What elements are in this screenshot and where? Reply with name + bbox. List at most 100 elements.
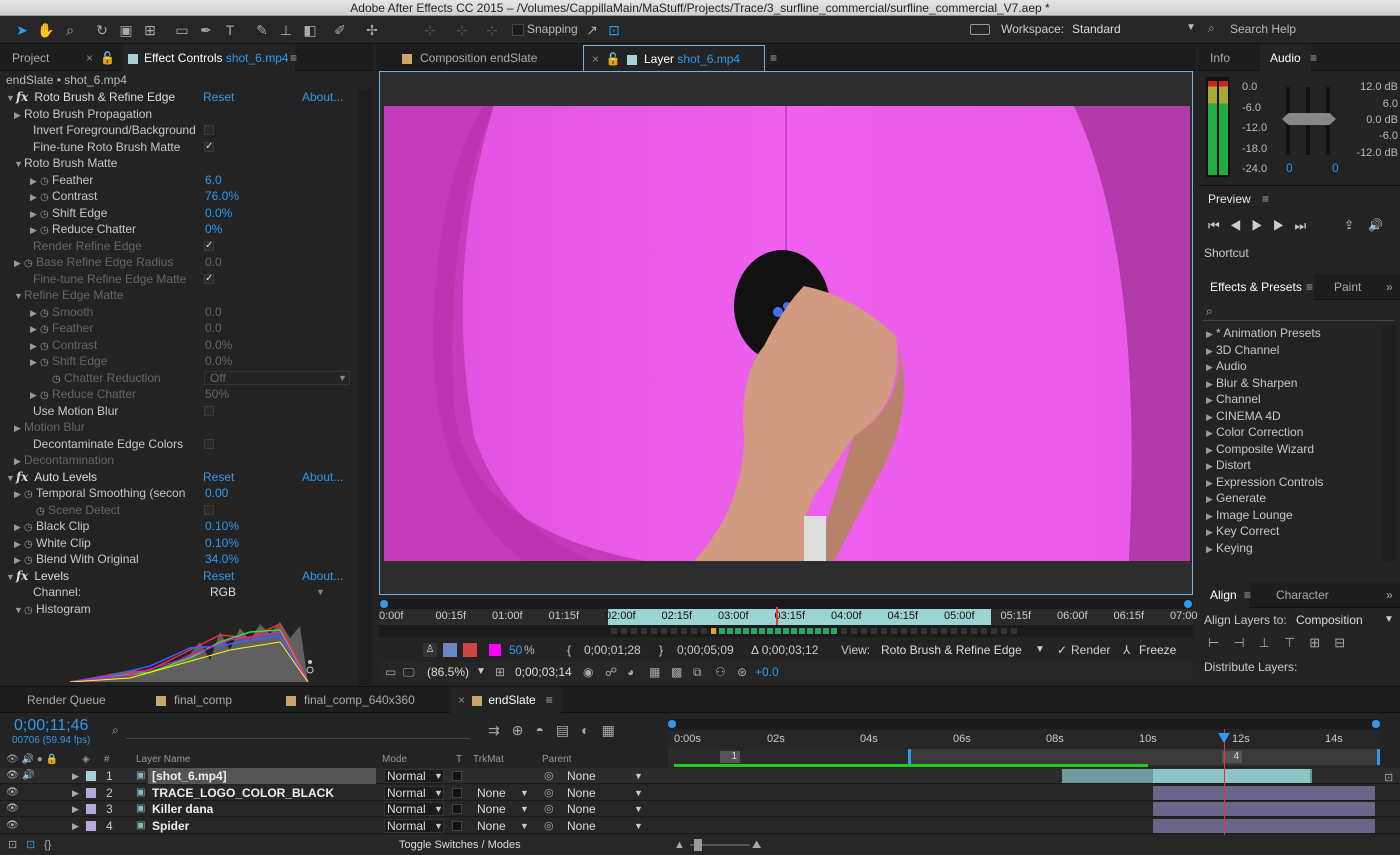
volume-left-value[interactable]: 0 <box>1286 161 1293 175</box>
zoom-slider-thumb[interactable] <box>694 839 702 851</box>
col-t[interactable]: T <box>456 753 462 767</box>
next-frame-icon[interactable]: ▶ <box>1273 218 1295 233</box>
timeline-switch-icons[interactable]: ⇉⊕◓▤◐▦ <box>488 722 627 739</box>
zoom-tool-icon[interactable]: ⌕ <box>60 20 80 40</box>
eye-icon[interactable]: 👁 <box>6 818 19 834</box>
tab-project[interactable]: Project <box>12 45 49 71</box>
snapping-checkbox[interactable] <box>512 24 524 36</box>
fx-icon[interactable]: fx <box>16 569 28 583</box>
layer-duration-bar[interactable] <box>1153 785 1375 800</box>
clone-tool-icon[interactable]: ⊥ <box>276 20 296 40</box>
preserve-transparency-checkbox[interactable] <box>452 787 462 798</box>
rectangle-tool-icon[interactable]: ▭ <box>172 20 192 40</box>
exposure-value[interactable]: +0.0 <box>755 662 779 682</box>
disclosure-triangle-icon[interactable]: ▶ <box>1206 425 1216 441</box>
layer-row[interactable]: 👁 🔊 ▶ 1 ▣ [shot_6.mp4] Normal ▼ ◎ None ▼ <box>0 768 1400 784</box>
overlay-color-swatch[interactable] <box>489 644 501 656</box>
axis-local-icon[interactable]: ⊹ <box>420 20 440 40</box>
disclosure-triangle-icon[interactable]: ▶ <box>30 305 40 321</box>
align-to-select[interactable]: Composition <box>1296 613 1363 627</box>
eye-icon[interactable]: 👁 <box>6 801 19 817</box>
reset-button[interactable]: Reset <box>203 469 234 485</box>
checkbox[interactable] <box>204 125 214 135</box>
effect-row[interactable]: Channel: RGB ▼ <box>0 584 356 600</box>
effect-category-item[interactable]: ▶ Distort <box>1206 457 1251 473</box>
parent-select[interactable]: None <box>567 768 596 784</box>
disclosure-triangle-icon[interactable]: ▶ <box>14 107 24 123</box>
parent-select[interactable]: None <box>567 801 596 817</box>
disclosure-triangle-icon[interactable]: ▼ <box>14 156 24 172</box>
layer-search-input[interactable] <box>126 723 470 739</box>
disclosure-triangle-icon[interactable]: ▶ <box>30 222 40 238</box>
toggle-switches-modes-button[interactable]: Toggle Switches / Modes <box>399 835 521 855</box>
property-value[interactable]: 0.0% <box>205 337 232 353</box>
trkmat-select[interactable]: None <box>477 785 506 801</box>
chevron-down-icon[interactable]: ▼ <box>1384 614 1394 625</box>
monitor-icon[interactable]: 🖵 <box>403 662 415 682</box>
disclosure-triangle-icon[interactable]: ▶ <box>1206 508 1216 524</box>
viewer-scroll-bar[interactable] <box>379 599 1193 609</box>
tab-effect-controls[interactable]: Effect Controls shot_6.mp4 <box>122 45 295 71</box>
disclosure-triangle-icon[interactable]: ▶ <box>30 206 40 222</box>
col-parent[interactable]: Parent <box>542 753 571 767</box>
label-color-icon[interactable] <box>86 787 96 798</box>
effect-row[interactable]: ▶ ◷ Feather 0.0 <box>0 320 356 336</box>
loop-icon[interactable]: ⇪ <box>1344 218 1354 232</box>
checkbox[interactable] <box>204 504 214 515</box>
close-icon[interactable]: × <box>592 52 599 66</box>
effect-row[interactable]: Use Motion Blur <box>0 403 356 419</box>
pickwhip-icon[interactable]: ◎ <box>544 801 554 817</box>
magnification-select[interactable]: (86.5%) <box>427 662 469 682</box>
disclosure-triangle-icon[interactable]: ▶ <box>1206 359 1216 375</box>
show-snapshot-icon[interactable]: ☍ <box>605 662 617 682</box>
first-frame-icon[interactable]: ⏮ <box>1208 218 1230 233</box>
trkmat-select[interactable]: None <box>477 818 506 834</box>
tab-final-comp[interactable]: final_comp <box>156 687 232 713</box>
volume-slider[interactable] <box>1282 113 1336 125</box>
about-button[interactable]: About... <box>302 89 343 105</box>
effect-category-item[interactable]: ▶ 3D Channel <box>1206 342 1279 358</box>
label-color-icon[interactable] <box>86 771 96 781</box>
effect-row[interactable]: ▼fx Auto Levels Reset About... <box>0 469 356 485</box>
comp-marker-4[interactable]: 4 <box>1222 751 1242 763</box>
reset-button[interactable]: Reset <box>203 89 234 105</box>
disclosure-triangle-icon[interactable]: ▶ <box>14 552 24 568</box>
disclosure-triangle-icon[interactable]: ▶ <box>14 453 24 469</box>
effect-category-item[interactable]: ▶ Generate <box>1206 490 1266 506</box>
pickwhip-icon[interactable]: ◎ <box>544 768 554 784</box>
always-preview-icon[interactable]: ▭ <box>385 662 396 682</box>
stopwatch-icon[interactable]: ◷ <box>24 603 36 619</box>
pickwhip-icon[interactable]: ◎ <box>544 785 554 801</box>
panel-menu-icon[interactable]: ≡ <box>290 45 297 71</box>
disclosure-triangle-icon[interactable]: ▼ <box>14 602 24 618</box>
video-frame[interactable] <box>384 106 1190 561</box>
disclosure-triangle-icon[interactable]: ▶ <box>14 519 24 535</box>
property-value[interactable]: 0.00 <box>205 485 228 501</box>
view-options-icon[interactable]: ⧉ <box>693 662 702 682</box>
channel-icon[interactable]: ◕ <box>627 662 634 682</box>
checkbox[interactable]: ✓ <box>204 273 214 284</box>
panel-menu-icon[interactable]: ≡ <box>1244 582 1251 608</box>
property-value[interactable]: 0.0% <box>205 353 232 369</box>
tab-endslate[interactable]: × endSlate ≡ <box>450 687 561 713</box>
effect-row[interactable]: ▶ ◷ Reduce Chatter 50% <box>0 386 356 402</box>
layer-name[interactable]: Killer dana <box>152 801 213 817</box>
preserve-transparency-checkbox[interactable] <box>452 771 462 781</box>
effect-row[interactable]: Fine-tune Roto Brush Matte ✓ <box>0 139 356 155</box>
effect-row[interactable]: ◷ Chatter Reduction Off ▼ <box>0 370 356 386</box>
chevron-down-icon[interactable]: ▼ <box>634 768 643 784</box>
close-icon[interactable]: × <box>86 45 93 71</box>
layer-row[interactable]: 👁 ▶ 2 ▣ TRACE_LOGO_COLOR_BLACK Normal ▼ None ▼ ◎ N… <box>0 784 1400 801</box>
work-area-range[interactable] <box>908 749 1380 765</box>
disclosure-triangle-icon[interactable]: ▶ <box>1206 376 1216 392</box>
eye-icon[interactable]: 👁 <box>6 785 19 801</box>
set-in-icon[interactable]: { <box>567 639 571 661</box>
disclosure-triangle-icon[interactable]: ▶ <box>1206 541 1216 557</box>
effect-row[interactable]: ◷ Scene Detect <box>0 502 356 518</box>
tab-align[interactable]: Align <box>1198 582 1249 608</box>
about-button[interactable]: About... <box>302 568 343 584</box>
disclosure-triangle-icon[interactable]: ▶ <box>14 420 24 436</box>
disclosure-triangle-icon[interactable]: ▼ <box>14 288 24 304</box>
preserve-transparency-checkbox[interactable] <box>452 820 462 831</box>
search-help-input[interactable]: Search Help <box>1230 22 1296 36</box>
